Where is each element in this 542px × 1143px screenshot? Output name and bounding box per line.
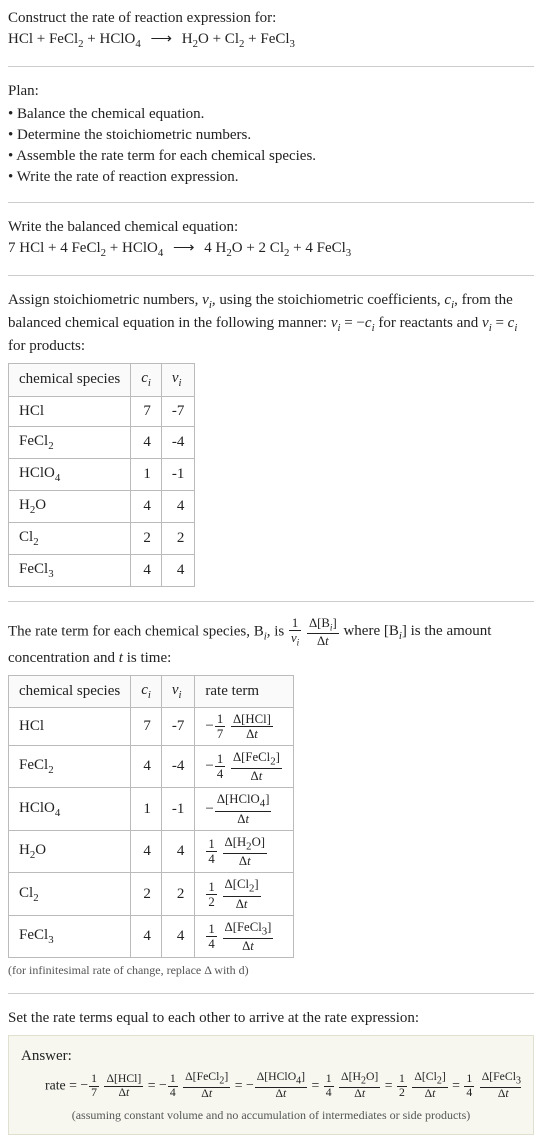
col-vi: νi [161, 364, 195, 396]
cell-species: FeCl2 [9, 426, 131, 458]
table-header-row: chemical species ci νi [9, 364, 195, 396]
col-species: chemical species [9, 675, 131, 707]
col-species: chemical species [9, 364, 131, 396]
cell-species: Cl2 [9, 522, 131, 554]
cell-rate-term: −Δ[HClO4]Δt [195, 788, 294, 830]
cell-species: HClO4 [9, 788, 131, 830]
cell-vi: 2 [161, 873, 195, 915]
table-row: HClO41-1−Δ[HClO4]Δt [9, 788, 294, 830]
cell-species: H2O [9, 490, 131, 522]
rate-intro-mid: , is [267, 623, 288, 639]
cell-rate-term: 14 Δ[H2O]Δt [195, 830, 294, 872]
question-title: Construct the rate of reaction expressio… [8, 8, 534, 29]
cell-ci: 1 [131, 788, 162, 830]
col-rate: rate term [195, 675, 294, 707]
answer-label: Answer: [21, 1046, 521, 1067]
cell-ci: 4 [131, 554, 162, 586]
delta-b-over-t: Δ[Bi]Δt [307, 616, 339, 648]
cell-species: HCl [9, 396, 131, 426]
table-row: FeCl34414 Δ[FeCl3]Δt [9, 915, 294, 957]
stoich-table-1: chemical species ci νi HCl7-7FeCl24-4HCl… [8, 363, 195, 587]
cell-rate-term: −17 Δ[HCl]Δt [195, 707, 294, 745]
table-row: Cl22212 Δ[Cl2]Δt [9, 873, 294, 915]
stoich-table-2: chemical species ci νi rate term HCl7-7−… [8, 675, 294, 959]
plan-item: Determine the stoichiometric numbers. [8, 125, 534, 146]
plan-list: Balance the chemical equation.Determine … [8, 104, 534, 188]
table-row: HCl7-7−17 Δ[HCl]Δt [9, 707, 294, 745]
divider [8, 275, 534, 276]
footnote-infinitesimal: (for infinitesimal rate of change, repla… [8, 962, 534, 979]
cell-vi: 4 [161, 490, 195, 522]
one-over-nu: 1νi [289, 616, 301, 648]
plan-item: Assemble the rate term for each chemical… [8, 146, 534, 167]
divider [8, 601, 534, 602]
col-ci: ci [131, 364, 162, 396]
footnote-assumption: (assuming constant volume and no accumul… [21, 1107, 521, 1124]
answer-expression: rate = −17 Δ[HCl]Δt = −14 Δ[FeCl2]Δt = −… [21, 1071, 521, 1101]
cell-ci: 7 [131, 396, 162, 426]
cell-ci: 7 [131, 707, 162, 745]
table-row: HCl7-7 [9, 396, 195, 426]
cell-vi: 4 [161, 554, 195, 586]
balanced-equation: 7 HCl + 4 FeCl2 + HClO4 ⟶ 4 H2O + 2 Cl2 … [8, 238, 534, 261]
plan-item: Write the rate of reaction expression. [8, 167, 534, 188]
assign-text: Assign stoichiometric numbers, νi, using… [8, 290, 534, 357]
col-vi: νi [161, 675, 195, 707]
cell-ci: 4 [131, 490, 162, 522]
table-row: FeCl24-4 [9, 426, 195, 458]
cell-species: Cl2 [9, 873, 131, 915]
cell-ci: 4 [131, 915, 162, 957]
cell-ci: 4 [131, 426, 162, 458]
divider [8, 202, 534, 203]
divider [8, 993, 534, 994]
plan-label: Plan: [8, 81, 534, 102]
cell-ci: 4 [131, 830, 162, 872]
unbalanced-equation: HCl + FeCl2 + HClO4 ⟶ H2O + Cl2 + FeCl3 [8, 29, 534, 52]
set-equal-text: Set the rate terms equal to each other t… [8, 1008, 534, 1029]
cell-vi: -1 [161, 458, 195, 490]
cell-ci: 2 [131, 873, 162, 915]
plan-item: Balance the chemical equation. [8, 104, 534, 125]
cell-ci: 1 [131, 458, 162, 490]
table-header-row: chemical species ci νi rate term [9, 675, 294, 707]
cell-rate-term: −14 Δ[FeCl2]Δt [195, 745, 294, 787]
cell-species: HCl [9, 707, 131, 745]
cell-species: H2O [9, 830, 131, 872]
cell-species: FeCl2 [9, 745, 131, 787]
cell-rate-term: 14 Δ[FeCl3]Δt [195, 915, 294, 957]
cell-species: FeCl3 [9, 915, 131, 957]
cell-vi: -7 [161, 707, 195, 745]
rate-intro: The rate term for each chemical species,… [8, 616, 534, 669]
cell-ci: 2 [131, 522, 162, 554]
table-row: H2O44 [9, 490, 195, 522]
divider [8, 66, 534, 67]
cell-vi: 4 [161, 915, 195, 957]
table-row: FeCl24-4−14 Δ[FeCl2]Δt [9, 745, 294, 787]
cell-vi: -4 [161, 426, 195, 458]
cell-ci: 4 [131, 745, 162, 787]
cell-vi: -1 [161, 788, 195, 830]
table-row: H2O4414 Δ[H2O]Δt [9, 830, 294, 872]
cell-vi: -7 [161, 396, 195, 426]
table-row: HClO41-1 [9, 458, 195, 490]
cell-rate-term: 12 Δ[Cl2]Δt [195, 873, 294, 915]
col-ci: ci [131, 675, 162, 707]
rate-intro-pre: The rate term for each chemical species,… [8, 623, 264, 639]
cell-vi: 2 [161, 522, 195, 554]
cell-vi: -4 [161, 745, 195, 787]
cell-species: HClO4 [9, 458, 131, 490]
answer-box: Answer: rate = −17 Δ[HCl]Δt = −14 Δ[FeCl… [8, 1035, 534, 1135]
cell-vi: 4 [161, 830, 195, 872]
cell-species: FeCl3 [9, 554, 131, 586]
table-row: Cl222 [9, 522, 195, 554]
balanced-label: Write the balanced chemical equation: [8, 217, 534, 238]
table-row: FeCl344 [9, 554, 195, 586]
